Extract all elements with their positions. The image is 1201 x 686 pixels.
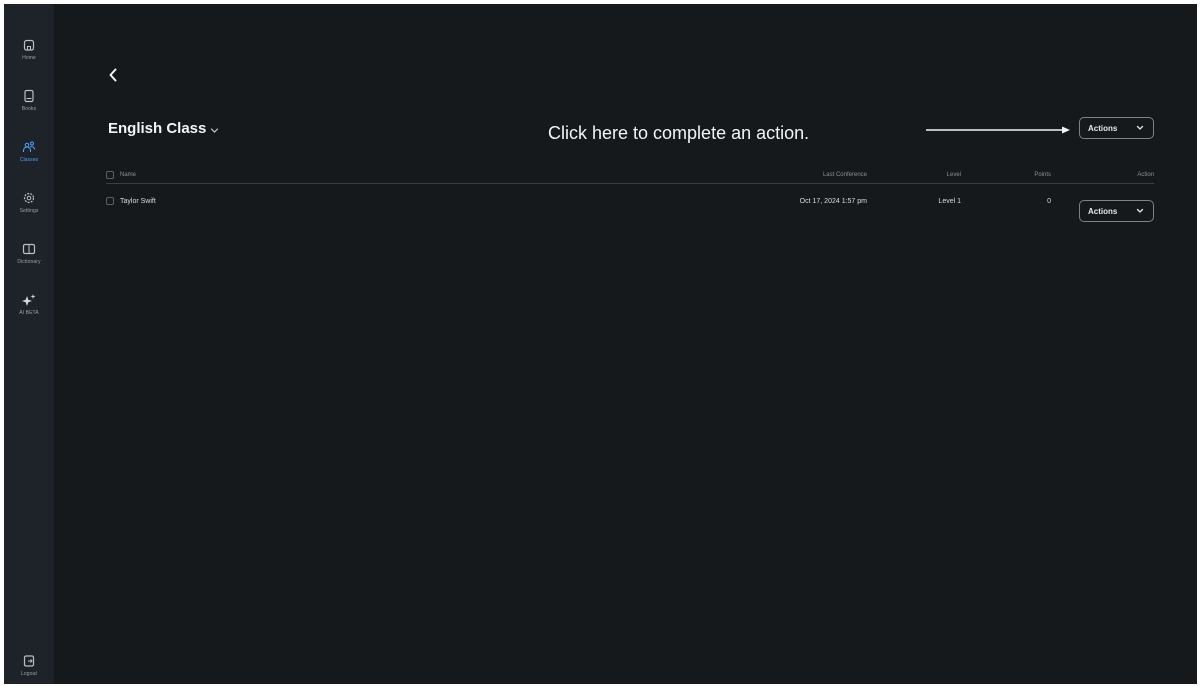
chevron-left-icon <box>109 68 117 82</box>
main-content: English Class Click here to complete an … <box>54 4 1197 684</box>
back-button[interactable] <box>106 66 120 84</box>
column-label[interactable]: Name <box>120 172 136 178</box>
column-last-conference[interactable]: Last Conference <box>642 172 867 178</box>
sidebar-item-label: AI BETA <box>19 310 39 316</box>
sidebar-item-logout[interactable]: Logout <box>4 654 54 684</box>
column-level[interactable]: Level <box>867 172 961 178</box>
actions-dropdown-button[interactable]: Actions <box>1079 117 1154 139</box>
column-action: Action <box>1137 172 1154 178</box>
dictionary-icon <box>22 243 36 255</box>
table-header: Name Last Conference Level Points Action <box>106 170 1154 184</box>
logout-icon <box>23 655 35 667</box>
sidebar-item-books[interactable]: Books <box>4 89 54 140</box>
sidebar: Home Books Classes Settings Dictionary A… <box>4 4 54 684</box>
home-icon <box>23 39 35 51</box>
cell-level: Level 1 <box>938 197 961 205</box>
sidebar-item-label: Logout <box>21 671 37 677</box>
sidebar-item-home[interactable]: Home <box>4 38 54 89</box>
arrow-right-icon <box>926 126 1070 134</box>
column-name: Name <box>106 171 642 179</box>
book-icon <box>24 89 34 103</box>
table-row[interactable]: Taylor Swift Oct 17, 2024 1:57 pm Level … <box>106 184 1154 218</box>
cell-name: Taylor Swift <box>106 197 642 205</box>
sparkle-icon <box>22 294 36 306</box>
classes-icon <box>23 141 35 152</box>
cell-last-conference: Oct 17, 2024 1:57 pm <box>799 197 867 205</box>
row-checkbox[interactable] <box>106 197 114 205</box>
sidebar-item-label: Settings <box>19 208 39 214</box>
row-actions-dropdown-button[interactable]: Actions <box>1079 200 1154 222</box>
sidebar-item-label: Classes <box>19 157 39 163</box>
sidebar-item-ai-beta[interactable]: AI BETA <box>4 293 54 344</box>
select-all-checkbox[interactable] <box>106 171 114 179</box>
actions-label: Actions <box>1088 123 1118 133</box>
sidebar-item-label: Home <box>22 55 36 61</box>
instruction-annotation: Click here to complete an action. <box>548 123 810 143</box>
chevron-down-icon <box>1136 208 1144 213</box>
sidebar-item-label: Dictionary <box>17 259 41 265</box>
gear-icon <box>23 192 35 204</box>
app-window: Home Books Classes Settings Dictionary A… <box>4 4 1197 684</box>
sidebar-item-dictionary[interactable]: Dictionary <box>4 242 54 293</box>
row-actions-label: Actions <box>1088 206 1118 216</box>
column-points[interactable]: Points <box>961 172 1051 178</box>
sidebar-item-classes[interactable]: Classes <box>4 140 54 191</box>
class-selector[interactable]: English Class <box>108 120 219 137</box>
page-title: English Class <box>108 120 207 137</box>
chevron-down-icon <box>1136 125 1144 130</box>
student-name[interactable]: Taylor Swift <box>120 198 156 205</box>
chevron-down-icon <box>211 127 219 133</box>
cell-points: 0 <box>1047 197 1051 205</box>
sidebar-item-label: Books <box>21 106 37 112</box>
sidebar-item-settings[interactable]: Settings <box>4 191 54 242</box>
students-table: Name Last Conference Level Points Action… <box>106 170 1154 218</box>
